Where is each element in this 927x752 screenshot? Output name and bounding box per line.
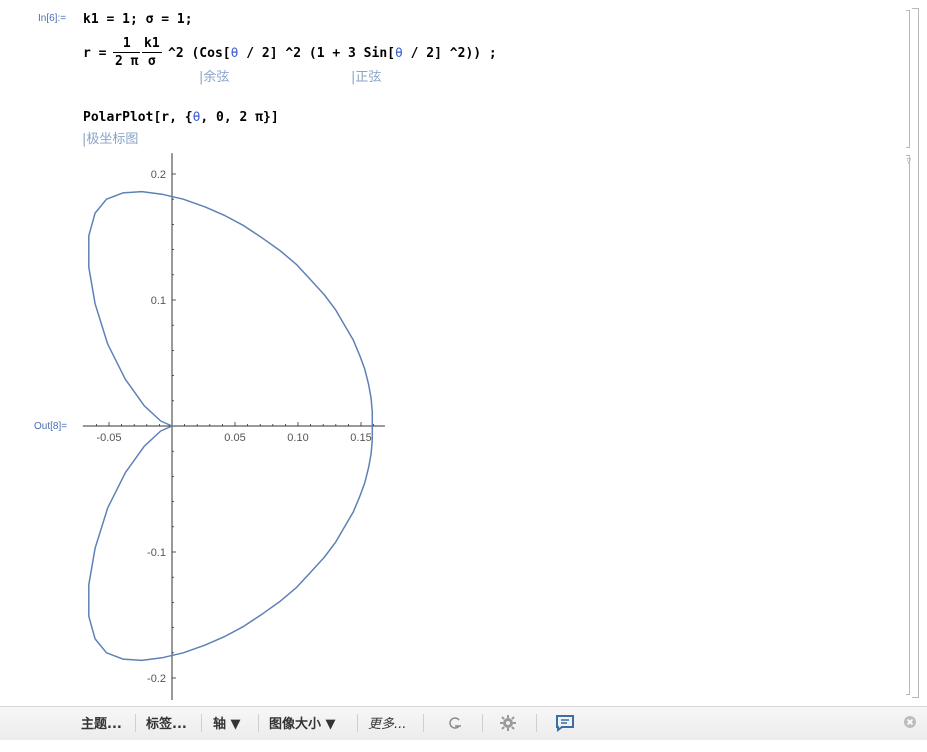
image-size-dropdown[interactable]: 图像大小 ▼ xyxy=(269,713,336,732)
settings-icon[interactable] xyxy=(499,714,517,732)
y-tick-label: -0.1 xyxy=(147,547,166,559)
x-tick-label: 0.15 xyxy=(350,432,371,444)
toolbar-divider xyxy=(258,714,259,732)
toolbar-divider xyxy=(423,714,424,732)
y-tick-label: -0.2 xyxy=(147,673,166,685)
polar-plot[interactable]: -0.05 0.05 0.10 0.15 -0.2 -0.1 0.1 0.2 xyxy=(0,0,927,700)
y-tick-label: 0.2 xyxy=(151,169,166,181)
plot-ticks: -0.05 0.05 0.10 0.15 -0.2 -0.1 0.1 0.2 xyxy=(96,169,375,685)
refresh-icon[interactable] xyxy=(446,714,464,732)
toolbar-divider xyxy=(536,714,537,732)
close-icon[interactable] xyxy=(901,715,919,733)
axes-dropdown[interactable]: 轴 ▼ xyxy=(213,713,241,732)
toolbar-divider xyxy=(482,714,483,732)
x-tick-label: 0.10 xyxy=(287,432,308,444)
labels-button[interactable]: 标签... xyxy=(146,713,187,732)
x-tick-label: 0.05 xyxy=(224,432,245,444)
plot-axes xyxy=(82,153,385,700)
graphics-toolbar: 主题... 标签... 轴 ▼ 图像大小 ▼ 更多... xyxy=(0,706,927,740)
y-tick-label: 0.1 xyxy=(151,295,166,307)
toolbar-divider xyxy=(357,714,358,732)
more-button[interactable]: 更多... xyxy=(368,713,406,732)
x-tick-label: -0.05 xyxy=(96,432,121,444)
theme-button[interactable]: 主题... xyxy=(81,713,122,732)
chat-feedback-icon[interactable] xyxy=(555,714,574,732)
toolbar-divider xyxy=(135,714,136,732)
toolbar-divider xyxy=(201,714,202,732)
